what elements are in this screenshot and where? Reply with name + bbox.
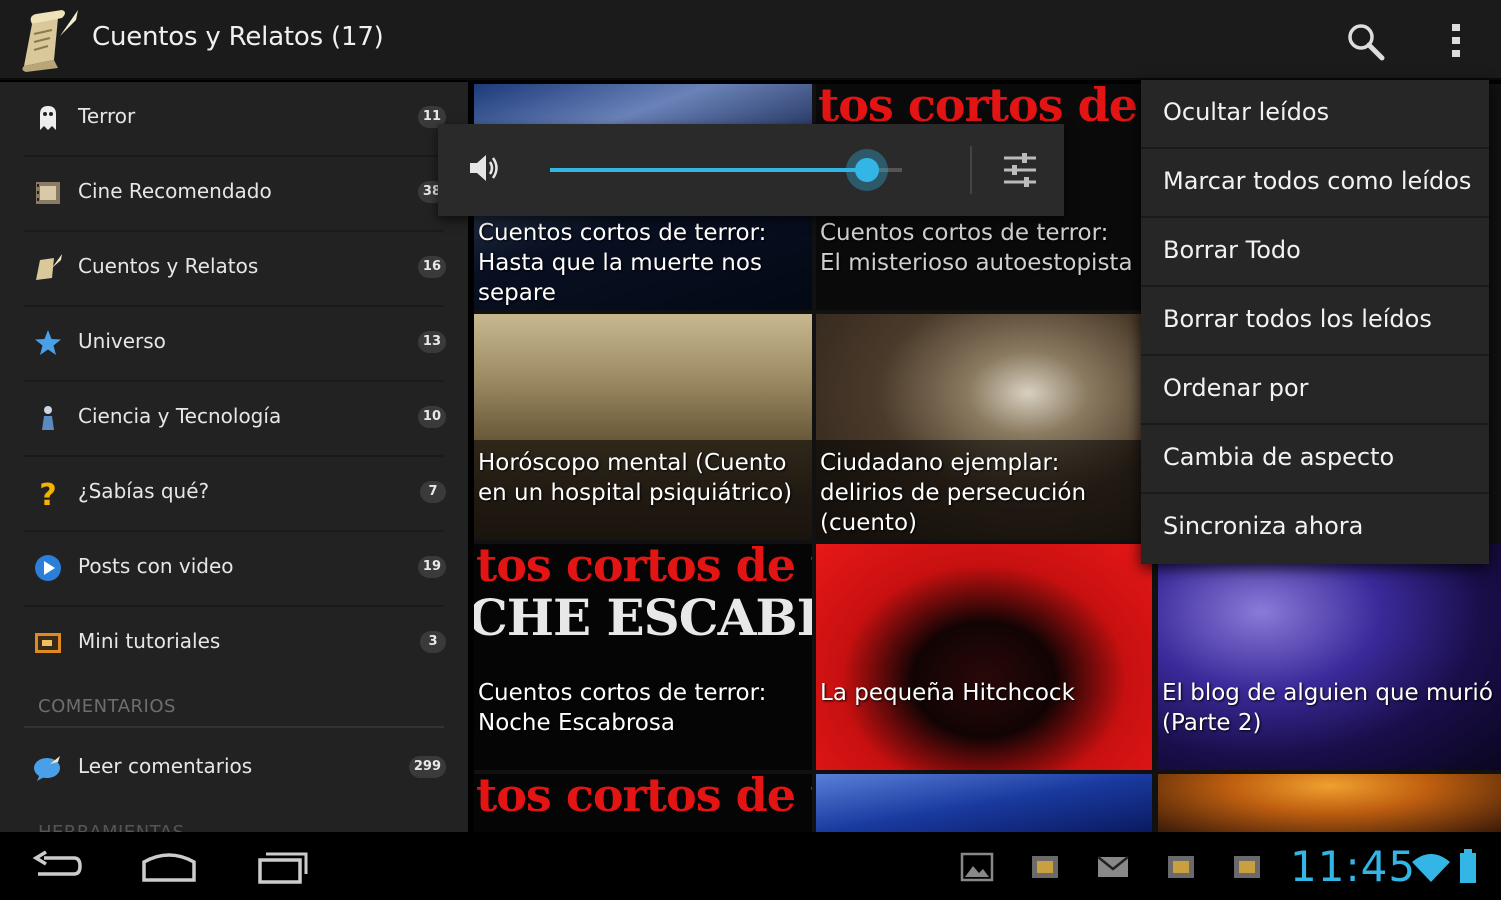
scroll-quill-icon[interactable] (18, 6, 82, 74)
speaker-icon[interactable] (466, 150, 502, 186)
article-card[interactable]: Horóscopo mental (Cuento en un hospital … (474, 314, 812, 540)
action-bar: Cuentos y Relatos (17) (0, 0, 1501, 80)
drawer-item-cuentos[interactable]: Cuentos y Relatos 16 (0, 232, 468, 307)
mail-icon[interactable] (1096, 852, 1130, 882)
ghost-icon (40, 106, 56, 130)
article-thumbnail (816, 544, 1152, 770)
article-card[interactable]: tos cortos de t (474, 774, 812, 832)
count-badge: 16 (417, 256, 446, 278)
tutorial-icon (35, 633, 61, 653)
volume-slider-thumb[interactable] (845, 149, 888, 191)
clock[interactable]: 11:45 (1290, 842, 1416, 891)
drawer-item-label: Cine Recomendado (78, 179, 272, 203)
article-title: Ciudadano ejemplar: delirios de persecuc… (820, 450, 1087, 536)
overflow-menu: Ocultar leídos Marcar todos como leídos … (1141, 80, 1489, 564)
menu-item-ordenar-por[interactable]: Ordenar por (1141, 356, 1489, 425)
article-title: Cuentos cortos de terror: El misterioso … (820, 220, 1133, 276)
comments-icon (34, 756, 60, 781)
article-card[interactable]: tos cortos de t CHE ESCABRO Cuentos cort… (474, 544, 812, 770)
section-header-comentarios: COMENTARIOS (38, 696, 176, 717)
divider (24, 726, 444, 728)
play-icon (35, 555, 61, 581)
article-card[interactable] (1158, 774, 1501, 832)
article-title: Cuentos cortos de terror: Hasta que la m… (478, 220, 767, 306)
volume-popup (438, 124, 1064, 216)
section-header-herramientas: HERRAMIENTAS (38, 822, 185, 832)
menu-item-label: Borrar Todo (1163, 236, 1301, 264)
drawer-item-terror[interactable]: Terror 11 (0, 82, 468, 157)
article-title: Horóscopo mental (Cuento en un hospital … (478, 450, 793, 506)
menu-item-label: Borrar todos los leídos (1163, 305, 1432, 333)
thumbnail-banner-text: tos cortos de t (476, 774, 812, 822)
drawer-item-label: Ciencia y Tecnología (78, 404, 282, 428)
article-title: La pequeña Hitchcock (820, 680, 1075, 706)
article-thumbnail (1158, 774, 1501, 832)
navigation-drawer: Terror 11 Cine Recomendado 38 Cuentos y … (0, 82, 468, 832)
thumbnail-banner-text: tos cortos de t (476, 544, 812, 592)
drawer-item-video[interactable]: Posts con video 19 (0, 532, 468, 607)
article-card[interactable]: Ciudadano ejemplar: delirios de persecuc… (816, 314, 1142, 540)
svg-text:?: ? (39, 478, 56, 509)
menu-item-marcar-todos[interactable]: Marcar todos como leídos (1141, 149, 1489, 218)
menu-item-cambia-aspecto[interactable]: Cambia de aspecto (1141, 425, 1489, 494)
volume-slider[interactable] (550, 149, 902, 191)
wifi-icon (1412, 854, 1450, 882)
menu-item-borrar-leidos[interactable]: Borrar todos los leídos (1141, 287, 1489, 356)
sliders-icon[interactable] (1000, 150, 1040, 190)
recents-icon[interactable] (256, 846, 312, 886)
page-title: Cuentos y Relatos (17) (92, 22, 384, 52)
gallery-icon[interactable] (960, 852, 994, 882)
drawer-item-ciencia[interactable]: Ciencia y Tecnología 10 (0, 382, 468, 457)
article-title: Cuentos cortos de terror: Noche Escabros… (478, 680, 767, 736)
menu-item-ocultar-leidos[interactable]: Ocultar leídos (1141, 80, 1489, 149)
menu-item-sincroniza[interactable]: Sincroniza ahora (1141, 494, 1489, 563)
home-icon[interactable] (140, 846, 198, 886)
article-card[interactable] (816, 774, 1152, 832)
drawer-item-label: Mini tutoriales (78, 629, 221, 653)
menu-item-label: Cambia de aspecto (1163, 443, 1395, 471)
system-bar: 11:45 (0, 832, 1501, 900)
drawer-item-leer-comentarios[interactable]: Leer comentarios 299 (0, 732, 468, 807)
count-badge: 10 (417, 406, 446, 428)
article-card[interactable]: La pequeña Hitchcock (816, 544, 1152, 770)
drawer-item-label: Universo (78, 329, 166, 353)
drawer-item-tutoriales[interactable]: Mini tutoriales 3 (0, 607, 468, 682)
article-thumbnail (816, 774, 1152, 832)
count-badge: 299 (408, 756, 446, 778)
app-notification-icon[interactable] (1028, 852, 1062, 882)
menu-item-label: Sincroniza ahora (1163, 512, 1364, 540)
drawer-item-label: Terror (78, 104, 136, 128)
drawer-item-label: Posts con video (78, 554, 234, 578)
app-notification-icon[interactable] (1230, 852, 1264, 882)
divider (970, 146, 972, 194)
star-icon (35, 330, 61, 355)
count-badge: 3 (420, 631, 446, 653)
flask-icon (42, 406, 54, 430)
drawer-item-label: ¿Sabías qué? (78, 479, 210, 503)
app-notification-icon[interactable] (1164, 852, 1198, 882)
menu-item-borrar-todo[interactable]: Borrar Todo (1141, 218, 1489, 287)
question-icon: ? (39, 478, 56, 509)
article-card[interactable]: El blog de alguien que murió (Parte 2) (1158, 544, 1501, 770)
scroll-icon (36, 254, 62, 280)
menu-item-label: Marcar todos como leídos (1163, 167, 1472, 195)
count-badge: 19 (417, 556, 446, 578)
drawer-item-cine[interactable]: Cine Recomendado 38 (0, 157, 468, 232)
drawer-item-universo[interactable]: Universo 13 (0, 307, 468, 382)
film-icon (36, 182, 60, 204)
drawer-item-label: Leer comentarios (78, 754, 253, 778)
count-badge: 13 (417, 331, 446, 353)
overflow-menu-icon[interactable] (1440, 18, 1472, 62)
menu-item-label: Ordenar por (1163, 374, 1309, 402)
back-icon[interactable] (30, 846, 84, 886)
menu-item-label: Ocultar leídos (1163, 98, 1330, 126)
battery-icon (1460, 849, 1476, 883)
count-badge: 7 (420, 481, 446, 503)
search-icon[interactable] (1344, 20, 1386, 62)
thumbnail-banner-text: CHE ESCABRO (474, 588, 812, 647)
volume-slider-fill (550, 168, 867, 172)
article-title: El blog de alguien que murió (Parte 2) (1162, 680, 1493, 736)
drawer-item-sabias[interactable]: ? ¿Sabías qué? 7 (0, 457, 468, 532)
drawer-item-label: Cuentos y Relatos (78, 254, 259, 278)
